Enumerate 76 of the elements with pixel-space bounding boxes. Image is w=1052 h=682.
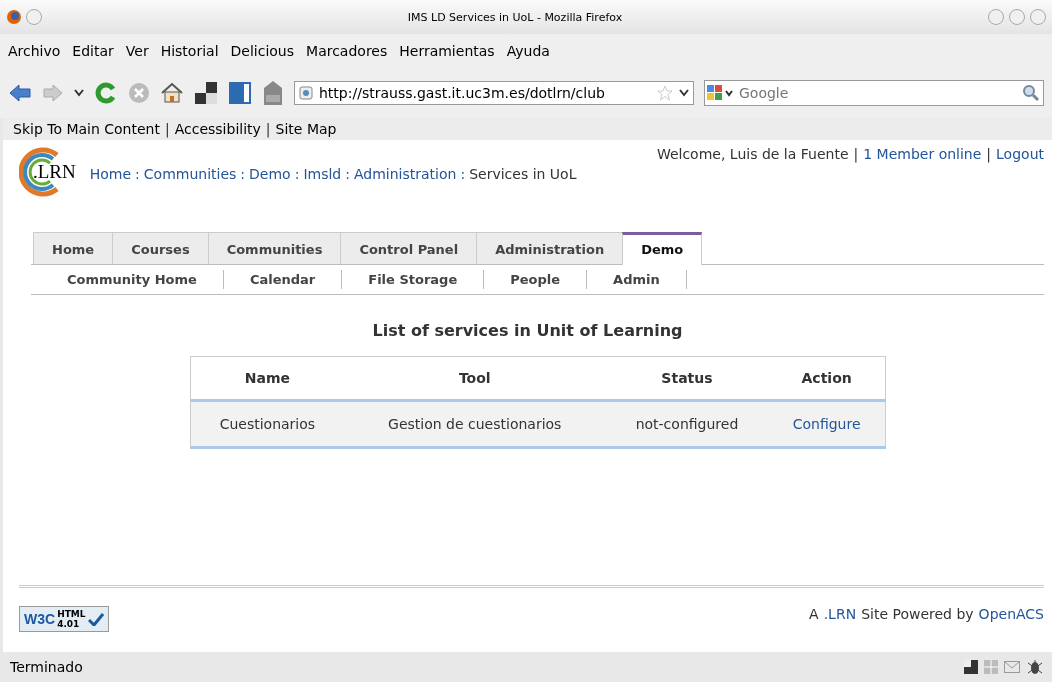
breadcrumb-separator: : (135, 166, 140, 182)
subnav-link[interactable]: Community Home (31, 270, 224, 289)
star-icon[interactable] (657, 85, 673, 101)
table-cell: Cuestionarios (190, 400, 345, 448)
menu-item[interactable]: Ayuda (506, 43, 550, 59)
separator: | (853, 146, 859, 162)
separator: | (265, 121, 271, 137)
page-icon (299, 86, 313, 100)
table-cell: not-configured (605, 400, 769, 448)
page-heading: List of services in Unit of Learning (371, 321, 684, 340)
window-button[interactable] (26, 9, 42, 25)
footer-text: Site Powered by (861, 606, 974, 624)
menu-item[interactable]: Archivo (8, 43, 61, 59)
menu-item[interactable]: Delicious (230, 43, 295, 59)
minimize-button[interactable] (988, 9, 1004, 25)
bookmark-icon[interactable] (964, 660, 978, 674)
url-text: http://strauss.gast.it.uc3m.es/dotlrn/club (319, 85, 606, 101)
separator: | (986, 146, 992, 162)
home-icon[interactable] (160, 82, 184, 104)
subnav-link[interactable]: File Storage (342, 270, 485, 289)
search-engine-icon[interactable] (705, 83, 735, 103)
reload-icon[interactable] (94, 81, 118, 105)
back-icon[interactable] (8, 83, 32, 103)
address-field[interactable]: http://strauss.gast.it.uc3m.es/dotlrn/club (294, 81, 694, 105)
footer-text: A (809, 606, 819, 624)
breadcrumb-separator: : (345, 166, 350, 182)
search-box[interactable]: Google (704, 80, 1044, 106)
breadcrumb-separator: : (460, 166, 466, 182)
nav-tab[interactable]: Administration (476, 232, 624, 264)
nav-tab[interactable]: Communities (207, 232, 342, 264)
menu-item[interactable]: Historial (160, 43, 219, 59)
maximize-button[interactable] (1009, 9, 1025, 25)
dropdown-icon[interactable] (74, 89, 84, 97)
separator: | (164, 121, 170, 137)
lrn-logo[interactable]: .LRN (19, 146, 76, 198)
nav-tab[interactable]: Home (33, 232, 114, 264)
bookmark-icon[interactable] (228, 81, 252, 105)
table-cell: Gestion de cuestionarios (344, 400, 606, 448)
menu-item[interactable]: Editar (72, 43, 114, 59)
welcome-text: Welcome, Luis de la Fuente (656, 146, 849, 162)
breadcrumb-link[interactable]: Demo (249, 166, 291, 182)
tag-icon[interactable] (262, 80, 284, 106)
stop-icon[interactable] (128, 82, 150, 104)
header-link[interactable]: 1 Member online (863, 146, 982, 162)
breadcrumb-link[interactable]: Imsld (303, 166, 342, 182)
breadcrumb-link[interactable]: Home (89, 166, 132, 182)
dropdown-icon[interactable] (679, 89, 689, 97)
subnav-link[interactable]: Calendar (223, 270, 343, 289)
status-text: Terminado (10, 659, 83, 675)
nav-tab[interactable]: Control Panel (340, 232, 478, 264)
breadcrumb-current: Services in UoL (469, 166, 577, 182)
breadcrumb-link[interactable]: Communities (143, 166, 237, 182)
close-button[interactable] (1030, 9, 1046, 25)
subnav-link[interactable]: People (484, 270, 588, 289)
mail-icon[interactable] (1004, 661, 1020, 673)
skip-link[interactable]: Site Map (275, 121, 337, 137)
openacs-link[interactable]: OpenACS (978, 606, 1044, 632)
subnav-link[interactable]: Admin (587, 270, 687, 289)
breadcrumb-separator: : (240, 166, 246, 182)
nav-tab[interactable]: Courses (112, 232, 209, 264)
browser-logo-icon (6, 9, 22, 25)
forward-icon[interactable] (42, 83, 64, 103)
menu-item[interactable]: Marcadores (306, 43, 388, 59)
menu-item[interactable]: Ver (125, 43, 149, 59)
configure-link[interactable]: Configure (792, 416, 861, 432)
bug-icon[interactable] (1026, 658, 1044, 676)
breadcrumb-separator: : (294, 166, 300, 182)
lrn-link[interactable]: .LRN (823, 606, 857, 632)
skip-link[interactable]: Skip To Main Content (13, 121, 160, 137)
window-title: IMS LD Services in UoL - Mozilla Firefox (406, 10, 624, 24)
header-link[interactable]: Logout (996, 146, 1044, 162)
nav-tab[interactable]: Demo (622, 232, 703, 265)
breadcrumb-link[interactable]: Administration (353, 166, 457, 182)
skip-link[interactable]: Accessibility (174, 121, 261, 137)
search-icon[interactable] (1022, 84, 1040, 102)
menu-item[interactable]: Herramientas (399, 43, 495, 59)
